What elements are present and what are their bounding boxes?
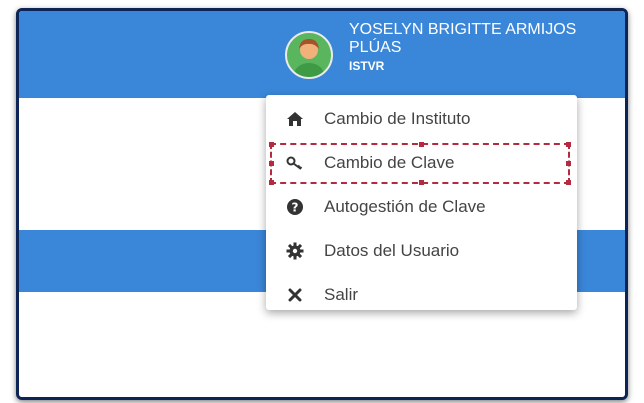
gear-icon bbox=[266, 242, 324, 260]
user-info[interactable]: YOSELYN BRIGITTE ARMIJOS PLÚAS ISTVR bbox=[349, 21, 576, 75]
top-navbar: YOSELYN BRIGITTE ARMIJOS PLÚAS ISTVR bbox=[19, 11, 625, 98]
user-name-line1: YOSELYN BRIGITTE ARMIJOS bbox=[349, 21, 577, 38]
home-icon bbox=[266, 111, 324, 127]
app-window: YOSELYN BRIGITTE ARMIJOS PLÚAS ISTVR Cam… bbox=[16, 8, 628, 400]
selection-handle bbox=[269, 142, 274, 147]
menu-item-label: Datos del Usuario bbox=[324, 241, 460, 260]
selection-handle bbox=[566, 142, 571, 147]
selection-handle bbox=[269, 180, 274, 185]
close-icon bbox=[266, 288, 324, 302]
selection-highlight bbox=[269, 142, 571, 185]
menu-item-datos-usuario[interactable]: Datos del Usuario bbox=[266, 229, 577, 273]
selection-handle bbox=[566, 180, 571, 185]
menu-item-label: Cambio de Instituto bbox=[324, 109, 471, 128]
menu-item-label: Autogestión de Clave bbox=[324, 197, 486, 216]
selection-handle bbox=[269, 161, 274, 166]
menu-item-salir[interactable]: Salir bbox=[266, 273, 577, 317]
user-institute: ISTVR bbox=[349, 59, 385, 73]
menu-item-cambio-instituto[interactable]: Cambio de Instituto bbox=[266, 97, 577, 141]
menu-item-autogestion-clave[interactable]: ? Autogestión de Clave bbox=[266, 185, 577, 229]
selection-handle bbox=[419, 180, 424, 185]
selection-handle bbox=[566, 161, 571, 166]
avatar[interactable] bbox=[285, 31, 333, 79]
selection-handle bbox=[419, 142, 424, 147]
question-circle-icon: ? bbox=[266, 198, 324, 216]
menu-item-label: Salir bbox=[324, 285, 359, 304]
svg-text:?: ? bbox=[292, 201, 299, 215]
user-name-line2: PLÚAS bbox=[349, 39, 402, 56]
user-dropdown-menu: Cambio de Instituto Cambio de Clave ? Au… bbox=[266, 95, 577, 310]
